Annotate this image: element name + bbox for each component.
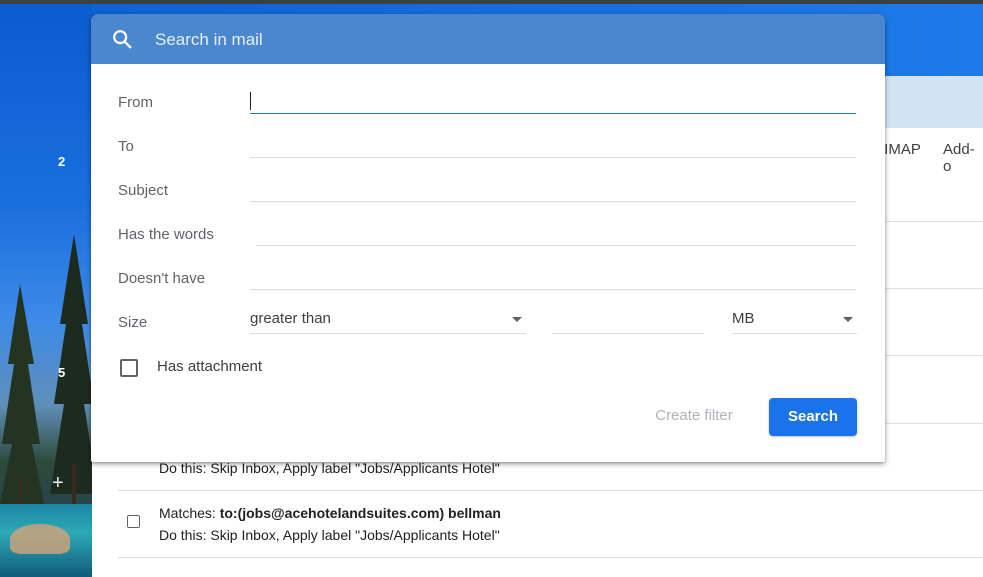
tab-addons[interactable]: Add-o xyxy=(943,141,983,175)
search-input[interactable] xyxy=(153,27,717,53)
left-number-1: 2 xyxy=(58,154,66,169)
search-bar xyxy=(91,14,885,64)
dropdown-arrow-icon xyxy=(843,317,853,322)
subject-field[interactable] xyxy=(250,175,856,202)
filter-matches-criteria: to:(jobs@acehotelandsuites.com) bellman xyxy=(219,505,501,521)
dropdown-arrow-icon xyxy=(512,317,522,322)
filter-action: Do this: Skip Inbox, Apply label "Jobs/A… xyxy=(159,527,500,543)
pine-trees-image xyxy=(0,234,92,524)
to-label: To xyxy=(118,138,134,155)
filter-matches-prefix: Matches: xyxy=(159,505,220,521)
size-operator-select[interactable]: greater than xyxy=(250,307,526,334)
has-attachment-label[interactable]: Has attachment xyxy=(157,358,262,375)
size-unit-select[interactable]: MB xyxy=(732,307,857,334)
size-value-field[interactable] xyxy=(552,307,704,334)
has-words-label: Has the words xyxy=(118,226,214,243)
from-label: From xyxy=(118,94,153,111)
search-icon[interactable] xyxy=(111,28,133,50)
left-number-2: 5 xyxy=(58,365,66,380)
doesnt-have-field[interactable] xyxy=(250,263,856,290)
to-field[interactable] xyxy=(250,131,856,158)
text-cursor xyxy=(250,92,251,110)
size-operator-value: greater than xyxy=(250,310,331,327)
plus-icon: + xyxy=(52,472,64,494)
filter-action: Do this: Skip Inbox, Apply label "Jobs/A… xyxy=(159,460,500,476)
tab-imap[interactable]: /IMAP xyxy=(880,141,921,158)
size-label: Size xyxy=(118,314,148,331)
has-words-field[interactable] xyxy=(256,219,856,246)
divider xyxy=(118,557,983,558)
size-unit-value: MB xyxy=(732,310,755,327)
advanced-search-dialog: From To Subject Has the words Doesn't ha… xyxy=(91,14,885,462)
from-field[interactable] xyxy=(250,87,856,114)
create-filter-button[interactable]: Create filter xyxy=(644,407,744,429)
divider xyxy=(118,490,983,491)
filter-matches: Matches: to:(jobs@acehotelandsuites.com)… xyxy=(159,505,501,521)
doesnt-have-label: Doesn't have xyxy=(118,270,206,287)
has-attachment-checkbox[interactable] xyxy=(120,359,138,377)
rock xyxy=(10,524,70,554)
subject-label: Subject xyxy=(118,182,169,199)
background-scenery: 2 5 + xyxy=(0,4,92,577)
filter-checkbox[interactable] xyxy=(127,515,140,528)
search-button[interactable]: Search xyxy=(769,398,857,436)
